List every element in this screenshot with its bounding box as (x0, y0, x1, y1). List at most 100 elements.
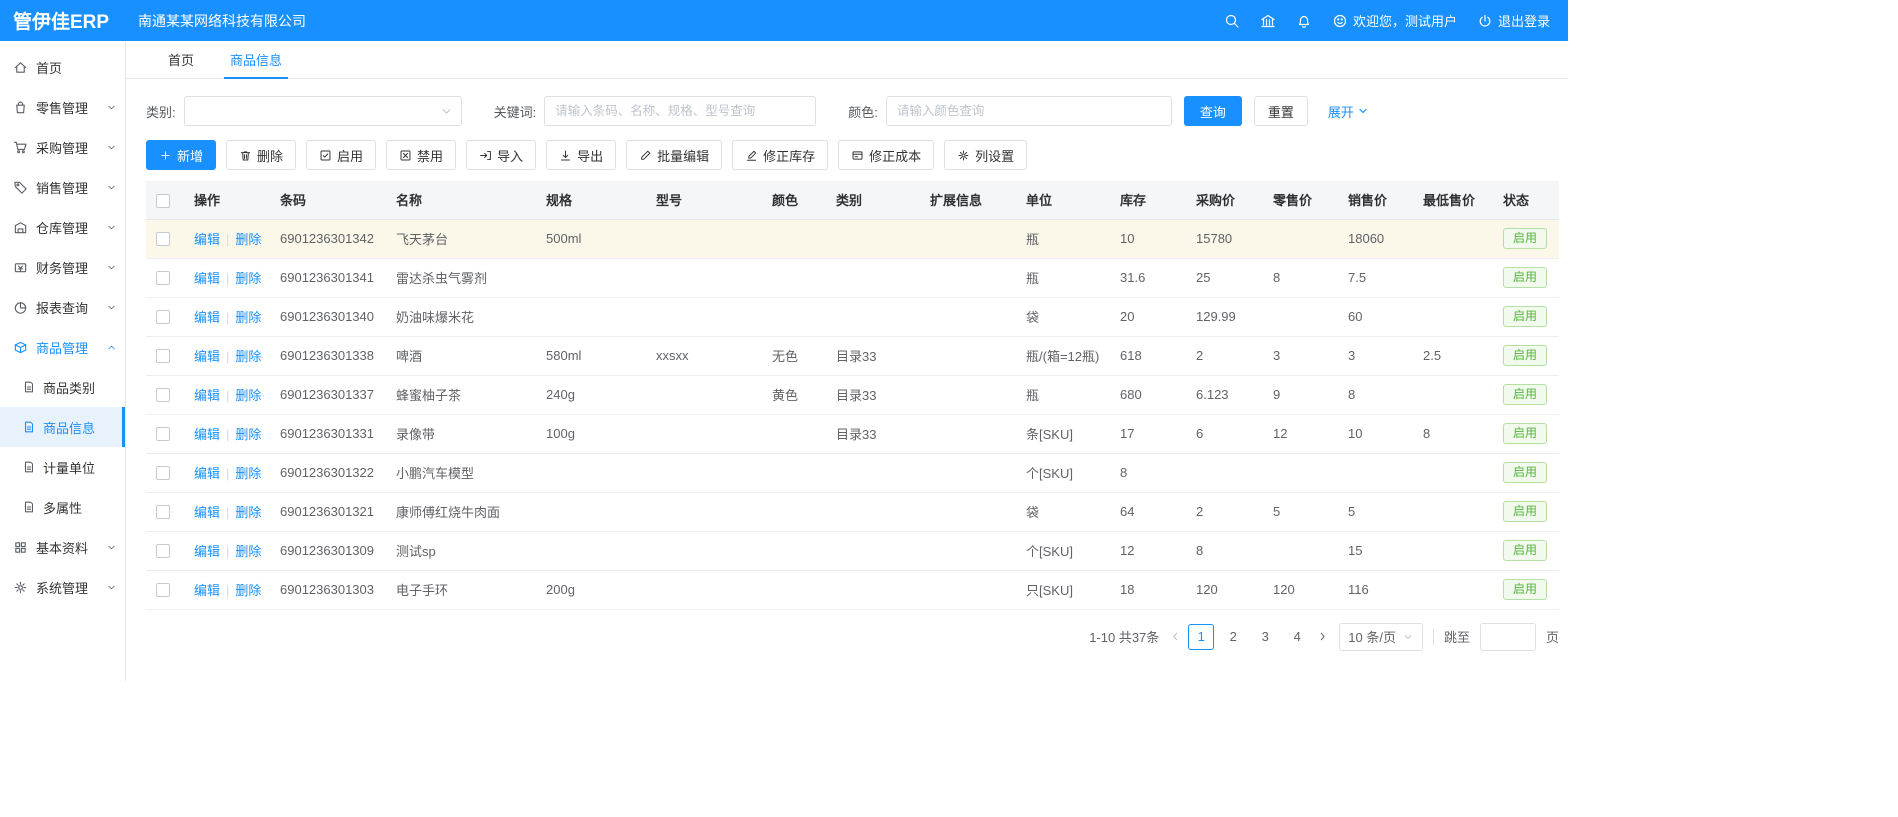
power-icon (1477, 13, 1493, 29)
table-cell: 129.99 (1186, 297, 1263, 336)
table-cell: 6901236301340 (270, 297, 386, 336)
tab-goods-info[interactable]: 商品信息 (212, 41, 300, 78)
row-checkbox[interactable] (156, 427, 170, 441)
row-checkbox[interactable] (156, 310, 170, 324)
user-menu[interactable]: 欢迎您，测试用户 (1332, 11, 1457, 30)
delete-link[interactable]: 删除 (235, 466, 261, 481)
sidebar-item-goods[interactable]: 商品管理 (0, 327, 125, 367)
edit-link[interactable]: 编辑 (194, 466, 220, 481)
column-settings-button[interactable]: 列设置 (944, 140, 1027, 170)
toolbar: 新增删除启用禁用导入导出批量编辑修正库存 修正成本 列设置 (126, 135, 1568, 181)
sidebar-menu: 首页零售管理采购管理销售管理仓库管理财务管理报表查询商品管理商品类别商品信息计量… (0, 47, 125, 607)
status-badge[interactable]: 启用 (1503, 462, 1547, 483)
edit-link[interactable]: 编辑 (194, 505, 220, 520)
page-number-4[interactable]: 4 (1284, 624, 1310, 650)
color-input[interactable] (886, 96, 1172, 126)
chevron-down-icon (106, 142, 117, 153)
table-cell: 无色 (762, 336, 826, 375)
sidebar-subitem-goods-category[interactable]: 商品类别 (0, 367, 125, 407)
status-badge[interactable]: 启用 (1503, 501, 1547, 522)
expand-link[interactable]: 展开 (1328, 102, 1369, 121)
delete-button[interactable]: 删除 (226, 140, 296, 170)
delete-link[interactable]: 删除 (235, 427, 261, 442)
status-badge[interactable]: 启用 (1503, 384, 1547, 405)
delete-link[interactable]: 删除 (235, 505, 261, 520)
page-number-3[interactable]: 3 (1252, 624, 1278, 650)
fix-stock-button[interactable]: 修正库存 (732, 140, 828, 170)
next-page-button[interactable] (1316, 630, 1329, 643)
edit-link[interactable]: 编辑 (194, 388, 220, 403)
disable-button[interactable]: 禁用 (386, 140, 456, 170)
batch-edit-button[interactable]: 批量编辑 (626, 140, 722, 170)
sidebar-item-system[interactable]: 系统管理 (0, 567, 125, 607)
sidebar-item-base-data[interactable]: 基本资料 (0, 527, 125, 567)
table-cell: 个[SKU] (1016, 531, 1110, 570)
select-all-checkbox[interactable] (156, 194, 170, 208)
export-button[interactable]: 导出 (546, 140, 616, 170)
row-checkbox[interactable] (156, 349, 170, 363)
tab-home[interactable]: 首页 (150, 41, 212, 78)
status-badge[interactable]: 启用 (1503, 345, 1547, 366)
add-button[interactable]: 新增 (146, 140, 216, 170)
fix-cost-button-label: 修正成本 (869, 146, 921, 165)
row-checkbox[interactable] (156, 232, 170, 246)
sidebar-item-reports[interactable]: 报表查询 (0, 287, 125, 327)
row-checkbox[interactable] (156, 544, 170, 558)
table-cell: 120 (1263, 570, 1338, 609)
query-button[interactable]: 查询 (1184, 96, 1242, 126)
edit-link[interactable]: 编辑 (194, 427, 220, 442)
delete-link[interactable]: 删除 (235, 310, 261, 325)
sidebar-subitem-goods-info[interactable]: 商品信息 (0, 407, 125, 447)
enable-icon (319, 149, 332, 162)
row-checkbox[interactable] (156, 466, 170, 480)
delete-link[interactable]: 删除 (235, 544, 261, 559)
status-badge[interactable]: 启用 (1503, 267, 1547, 288)
reset-button[interactable]: 重置 (1254, 96, 1308, 126)
chevron-down-icon (106, 222, 117, 233)
import-button[interactable]: 导入 (466, 140, 536, 170)
delete-link[interactable]: 删除 (235, 583, 261, 598)
row-checkbox[interactable] (156, 505, 170, 519)
keyword-input[interactable] (544, 96, 816, 126)
sidebar-item-home[interactable]: 首页 (0, 47, 125, 87)
page-number-2[interactable]: 2 (1220, 624, 1246, 650)
sidebar-item-retail[interactable]: 零售管理 (0, 87, 125, 127)
row-checkbox[interactable] (156, 583, 170, 597)
page-jump-input[interactable] (1480, 623, 1536, 651)
edit-link[interactable]: 编辑 (194, 310, 220, 325)
prev-page-button[interactable] (1169, 630, 1182, 643)
edit-link[interactable]: 编辑 (194, 349, 220, 364)
sidebar-item-purchase[interactable]: 采购管理 (0, 127, 125, 167)
fix-cost-button[interactable]: 修正成本 (838, 140, 934, 170)
status-badge[interactable]: 启用 (1503, 579, 1547, 600)
store-button[interactable] (1260, 13, 1276, 29)
sidebar-item-sales[interactable]: 销售管理 (0, 167, 125, 207)
category-select[interactable] (184, 96, 462, 126)
page-size-select[interactable]: 10 条/页 (1339, 623, 1423, 651)
edit-link[interactable]: 编辑 (194, 232, 220, 247)
delete-link[interactable]: 删除 (235, 388, 261, 403)
sidebar-subitem-multi-attr[interactable]: 多属性 (0, 487, 125, 527)
sidebar-item-finance[interactable]: 财务管理 (0, 247, 125, 287)
status-badge[interactable]: 启用 (1503, 423, 1547, 444)
row-checkbox[interactable] (156, 388, 170, 402)
page-number-1[interactable]: 1 (1188, 624, 1214, 650)
enable-button[interactable]: 启用 (306, 140, 376, 170)
status-badge[interactable]: 启用 (1503, 540, 1547, 561)
notifications-button[interactable] (1296, 13, 1312, 29)
row-checkbox[interactable] (156, 271, 170, 285)
logout-button[interactable]: 退出登录 (1477, 11, 1550, 30)
edit-link[interactable]: 编辑 (194, 583, 220, 598)
edit-link[interactable]: 编辑 (194, 271, 220, 286)
edit-link[interactable]: 编辑 (194, 544, 220, 559)
delete-link[interactable]: 删除 (235, 271, 261, 286)
delete-link[interactable]: 删除 (235, 232, 261, 247)
status-badge[interactable]: 启用 (1503, 306, 1547, 327)
search-button[interactable] (1224, 13, 1240, 29)
sidebar-subitem-measure-units[interactable]: 计量单位 (0, 447, 125, 487)
sidebar-item-warehouse[interactable]: 仓库管理 (0, 207, 125, 247)
sidebar-item-label: 销售管理 (36, 178, 104, 197)
table-cell: 6901236301331 (270, 414, 386, 453)
delete-link[interactable]: 删除 (235, 349, 261, 364)
status-badge[interactable]: 启用 (1503, 228, 1547, 249)
